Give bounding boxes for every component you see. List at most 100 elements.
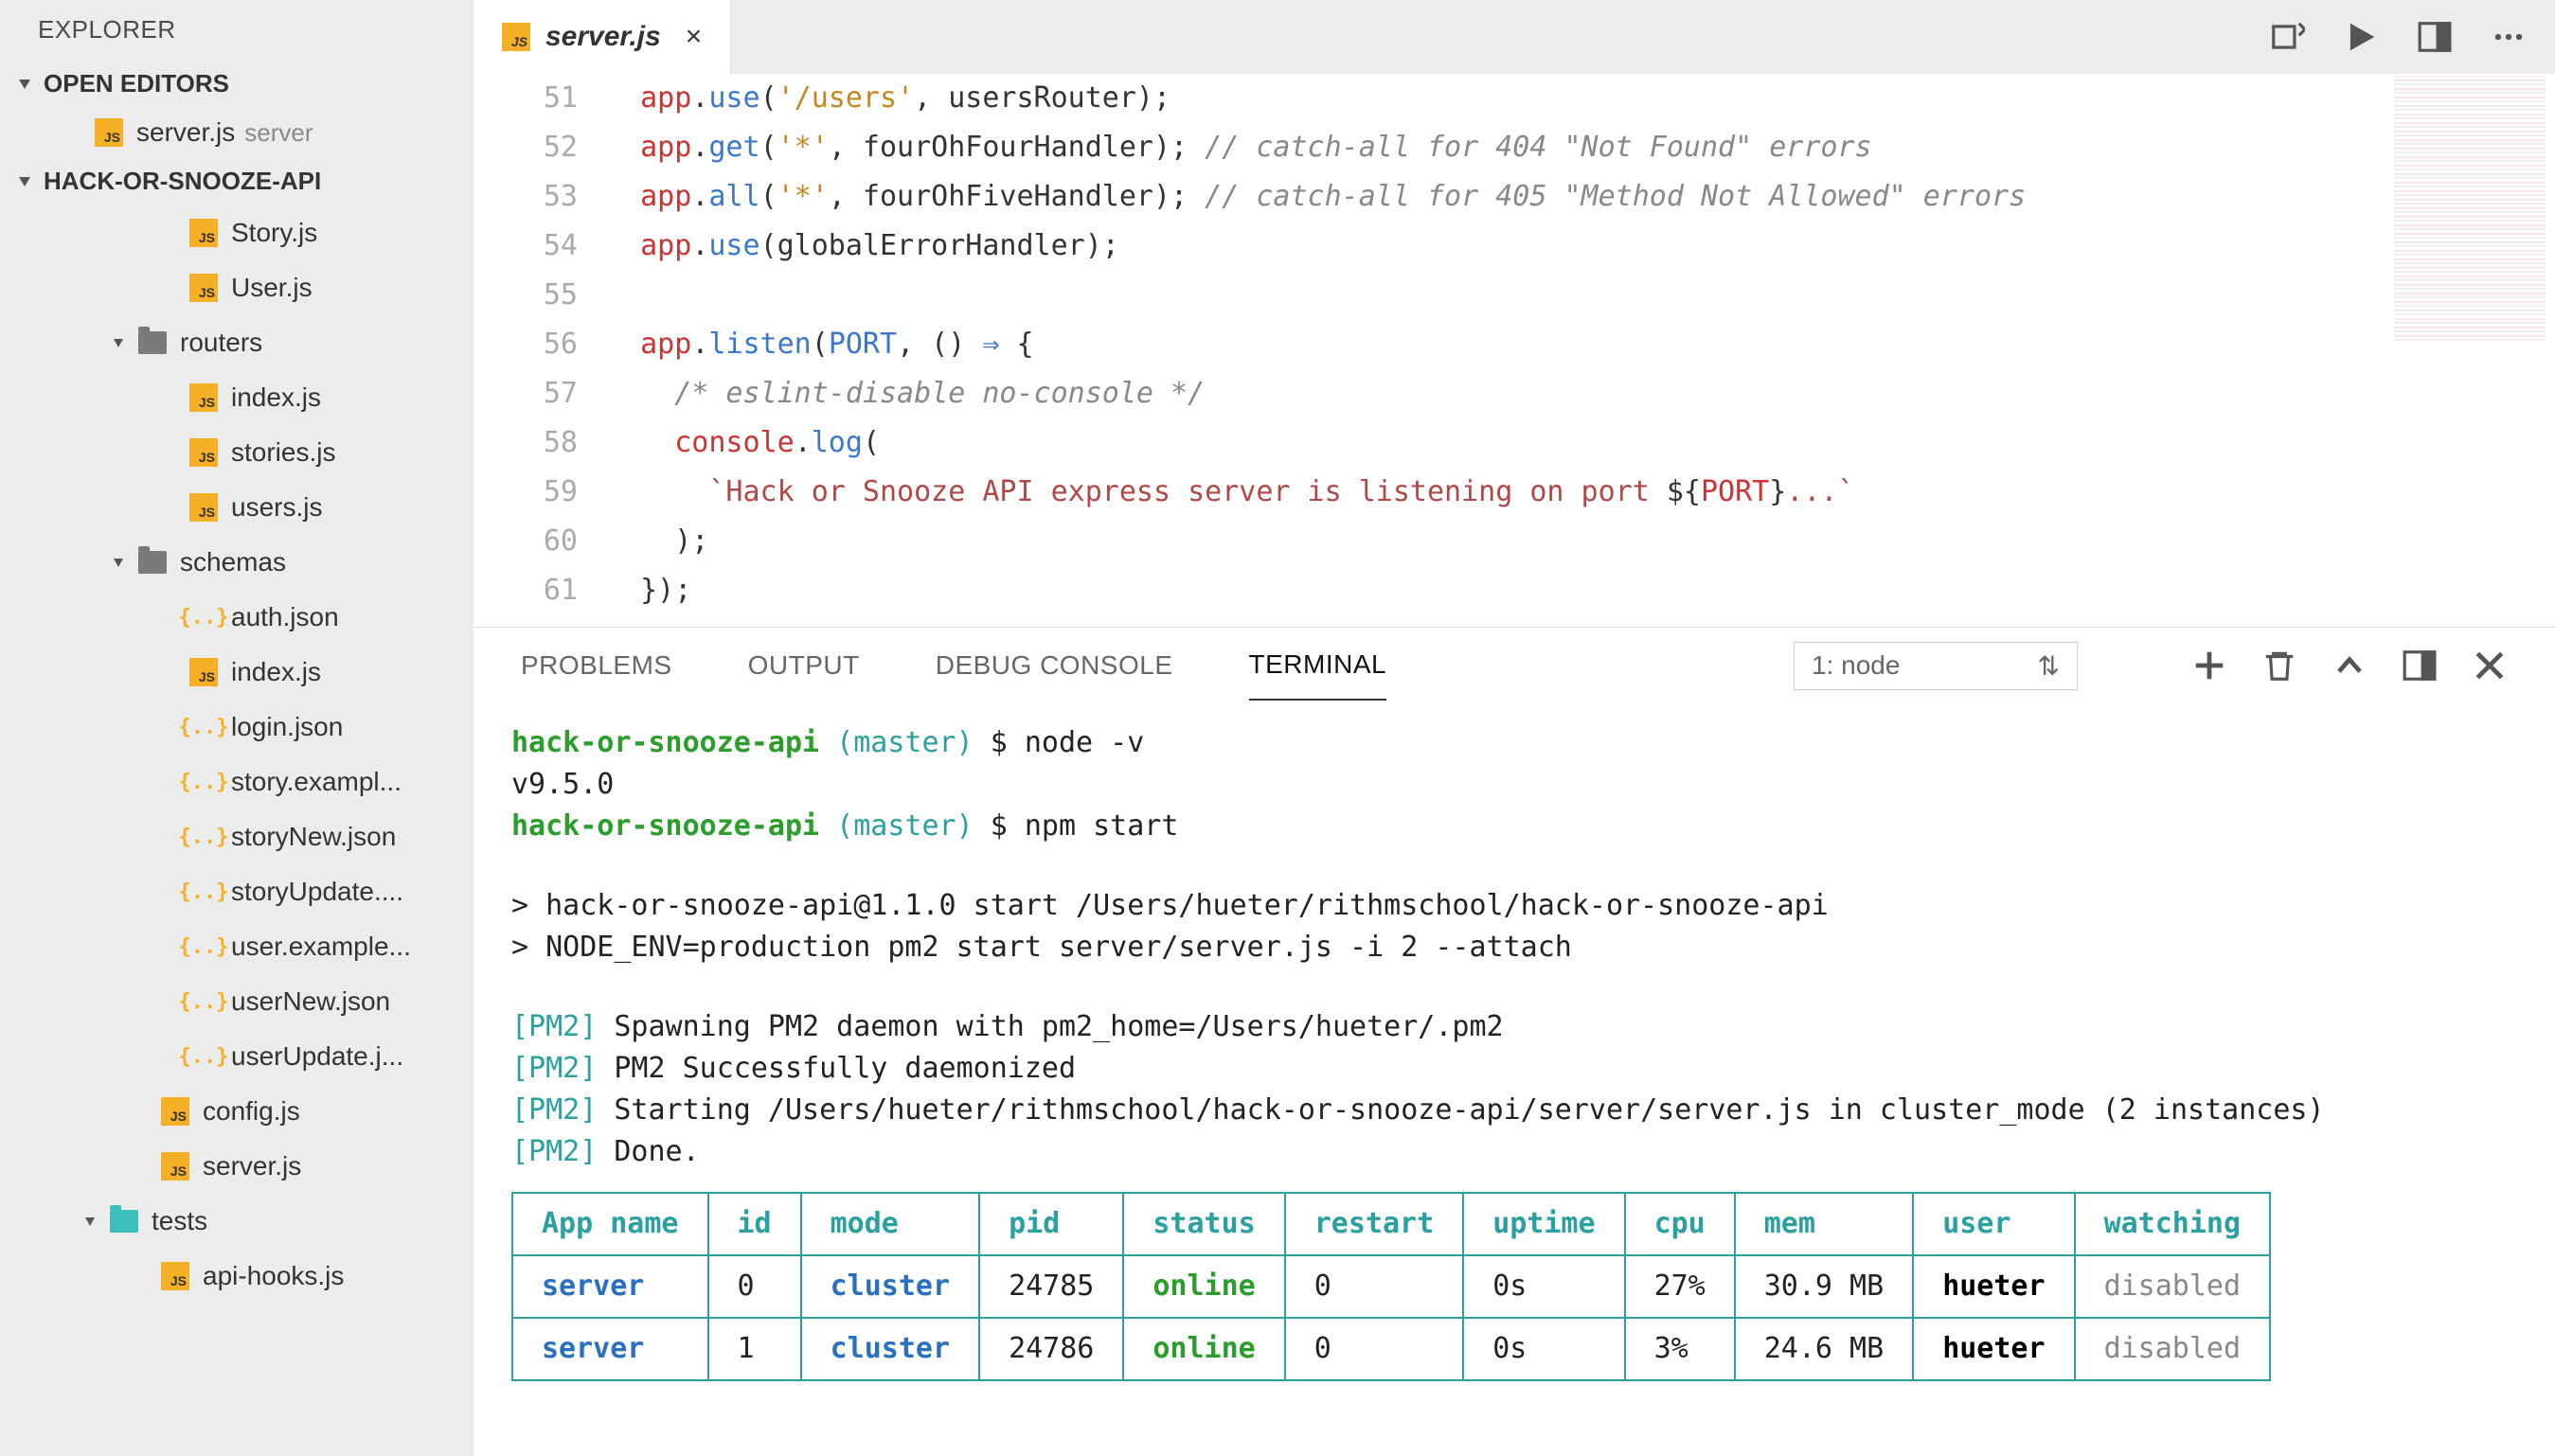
table-cell: cluster (801, 1255, 979, 1318)
table-cell: online (1123, 1318, 1284, 1380)
code-content: app.use('/users', usersRouter); app.get(… (606, 74, 2555, 627)
table-header-row: App nameidmodepidstatusrestartuptimecpum… (512, 1193, 2270, 1255)
table-header-cell: uptime (1463, 1193, 1624, 1255)
file-routers-users[interactable]: JSusers.js (0, 480, 473, 535)
file-schemas-storynew[interactable]: {..}storyNew.json (0, 809, 473, 864)
table-header-cell: pid (979, 1193, 1123, 1255)
file-user-js[interactable]: JSUser.js (0, 260, 473, 315)
more-icon[interactable] (2491, 19, 2527, 55)
json-file-icon: {..} (189, 932, 218, 961)
table-cell: 0 (1285, 1318, 1463, 1380)
new-terminal-icon[interactable] (2191, 648, 2227, 684)
json-file-icon: {..} (189, 768, 218, 796)
main-area: JS server.js × 5152535455565758596061 ap… (473, 0, 2555, 1456)
split-editor-icon[interactable] (2417, 19, 2453, 55)
terminal-selector-value: 1: node (1812, 650, 1900, 681)
js-file-icon: JS (189, 383, 218, 412)
table-cell: disabled (2075, 1255, 2271, 1318)
file-schemas-storyupdate[interactable]: {..}storyUpdate.... (0, 864, 473, 919)
terminal-selector[interactable]: 1: node ⇅ (1794, 642, 2078, 690)
terminal-output[interactable]: hack-or-snooze-api (master) $ node -v v9… (473, 703, 2555, 1456)
table-cell: 24785 (979, 1255, 1123, 1318)
table-cell: 0s (1463, 1255, 1624, 1318)
folder-tests[interactable]: tests (0, 1194, 473, 1249)
table-header-cell: mem (1735, 1193, 1913, 1255)
table-cell: 24786 (979, 1318, 1123, 1380)
terminal-line: hack-or-snooze-api (master) $ node -v (511, 722, 2517, 764)
spacer (511, 968, 2517, 1006)
js-file-icon: JS (189, 658, 218, 686)
table-cell: 1 (708, 1318, 801, 1380)
open-editors-section[interactable]: OPEN EDITORS (0, 60, 473, 108)
js-file-icon: JS (189, 493, 218, 522)
table-header-cell: user (1913, 1193, 2074, 1255)
file-schemas-loginjson[interactable]: {..}login.json (0, 700, 473, 755)
table-header-cell: id (708, 1193, 801, 1255)
terminal-line: hack-or-snooze-api (master) $ npm start (511, 806, 2517, 847)
file-schemas-userupdate[interactable]: {..}userUpdate.j... (0, 1029, 473, 1084)
table-cell: server (512, 1318, 708, 1380)
tab-output[interactable]: OUTPUT (748, 631, 860, 700)
code-editor[interactable]: 5152535455565758596061 app.use('/users',… (473, 74, 2555, 627)
chevron-up-icon[interactable] (2332, 648, 2367, 684)
table-row: server0cluster24785online00s27%30.9 MBhu… (512, 1255, 2270, 1318)
folder-schemas[interactable]: schemas (0, 535, 473, 590)
json-file-icon: {..} (189, 823, 218, 851)
json-file-icon: {..} (189, 987, 218, 1016)
project-label: HACK-OR-SNOOZE-API (44, 167, 321, 196)
trash-icon[interactable] (2261, 648, 2297, 684)
file-schemas-usernew[interactable]: {..}userNew.json (0, 974, 473, 1029)
folder-icon (138, 331, 167, 354)
file-server-js[interactable]: JSserver.js (0, 1139, 473, 1194)
tab-terminal[interactable]: TERMINAL (1249, 630, 1387, 701)
file-routers-index[interactable]: JSindex.js (0, 370, 473, 425)
terminal-line: [PM2] Spawning PM2 daemon with pm2_home=… (511, 1006, 2517, 1048)
tab-bar: JS server.js × (473, 0, 2555, 74)
tab-problems[interactable]: PROBLEMS (521, 631, 672, 700)
close-icon[interactable]: × (686, 21, 703, 53)
table-header-cell: restart (1285, 1193, 1463, 1255)
terminal-line: > hack-or-snooze-api@1.1.0 start /Users/… (511, 885, 2517, 927)
chevron-down-icon (19, 80, 30, 89)
file-api-hooks[interactable]: JSapi-hooks.js (0, 1249, 473, 1304)
file-schemas-storyexample[interactable]: {..}story.exampl... (0, 755, 473, 809)
chevron-down-icon (19, 177, 30, 186)
table-cell: online (1123, 1255, 1284, 1318)
folder-routers[interactable]: routers (0, 315, 473, 370)
project-section[interactable]: HACK-OR-SNOOZE-API (0, 157, 473, 205)
spacer (511, 847, 2517, 885)
file-schemas-authjson[interactable]: {..}auth.json (0, 590, 473, 645)
close-panel-icon[interactable] (2472, 648, 2508, 684)
file-schemas-userexample[interactable]: {..}user.example... (0, 919, 473, 974)
js-file-icon: JS (189, 438, 218, 467)
preview-icon[interactable] (2269, 19, 2305, 55)
table-row: server1cluster24786online00s3%24.6 MBhue… (512, 1318, 2270, 1380)
open-editor-dir: server (244, 118, 313, 148)
js-file-icon: JS (95, 118, 123, 147)
panel-position-icon[interactable] (2402, 648, 2438, 684)
sidebar: EXPLORER OPEN EDITORS JS server.js serve… (0, 0, 473, 1456)
tab-debug-console[interactable]: DEBUG CONSOLE (936, 631, 1173, 700)
open-editor-name: server.js (136, 117, 235, 148)
file-story-js[interactable]: JSStory.js (0, 205, 473, 260)
tabbar-actions (2269, 19, 2555, 55)
js-file-icon: JS (161, 1262, 189, 1290)
file-schemas-indexjs[interactable]: JSindex.js (0, 645, 473, 700)
js-file-icon: JS (189, 219, 218, 247)
open-editor-item[interactable]: JS server.js server (0, 108, 473, 157)
table-cell: 0s (1463, 1318, 1624, 1380)
file-config-js[interactable]: JSconfig.js (0, 1084, 473, 1139)
table-cell: hueter (1913, 1255, 2074, 1318)
tab-server-js[interactable]: JS server.js × (473, 0, 731, 74)
table-cell: 3% (1625, 1318, 1735, 1380)
js-file-icon: JS (189, 274, 218, 302)
minimap[interactable] (2394, 76, 2546, 341)
file-routers-stories[interactable]: JSstories.js (0, 425, 473, 480)
chevron-down-icon (114, 559, 123, 567)
table-header-cell: watching (2075, 1193, 2271, 1255)
play-icon[interactable] (2343, 19, 2379, 55)
terminal-line: [PM2] Done. (511, 1131, 2517, 1173)
table-header-cell: status (1123, 1193, 1284, 1255)
folder-icon (138, 551, 167, 574)
table-cell: hueter (1913, 1318, 2074, 1380)
